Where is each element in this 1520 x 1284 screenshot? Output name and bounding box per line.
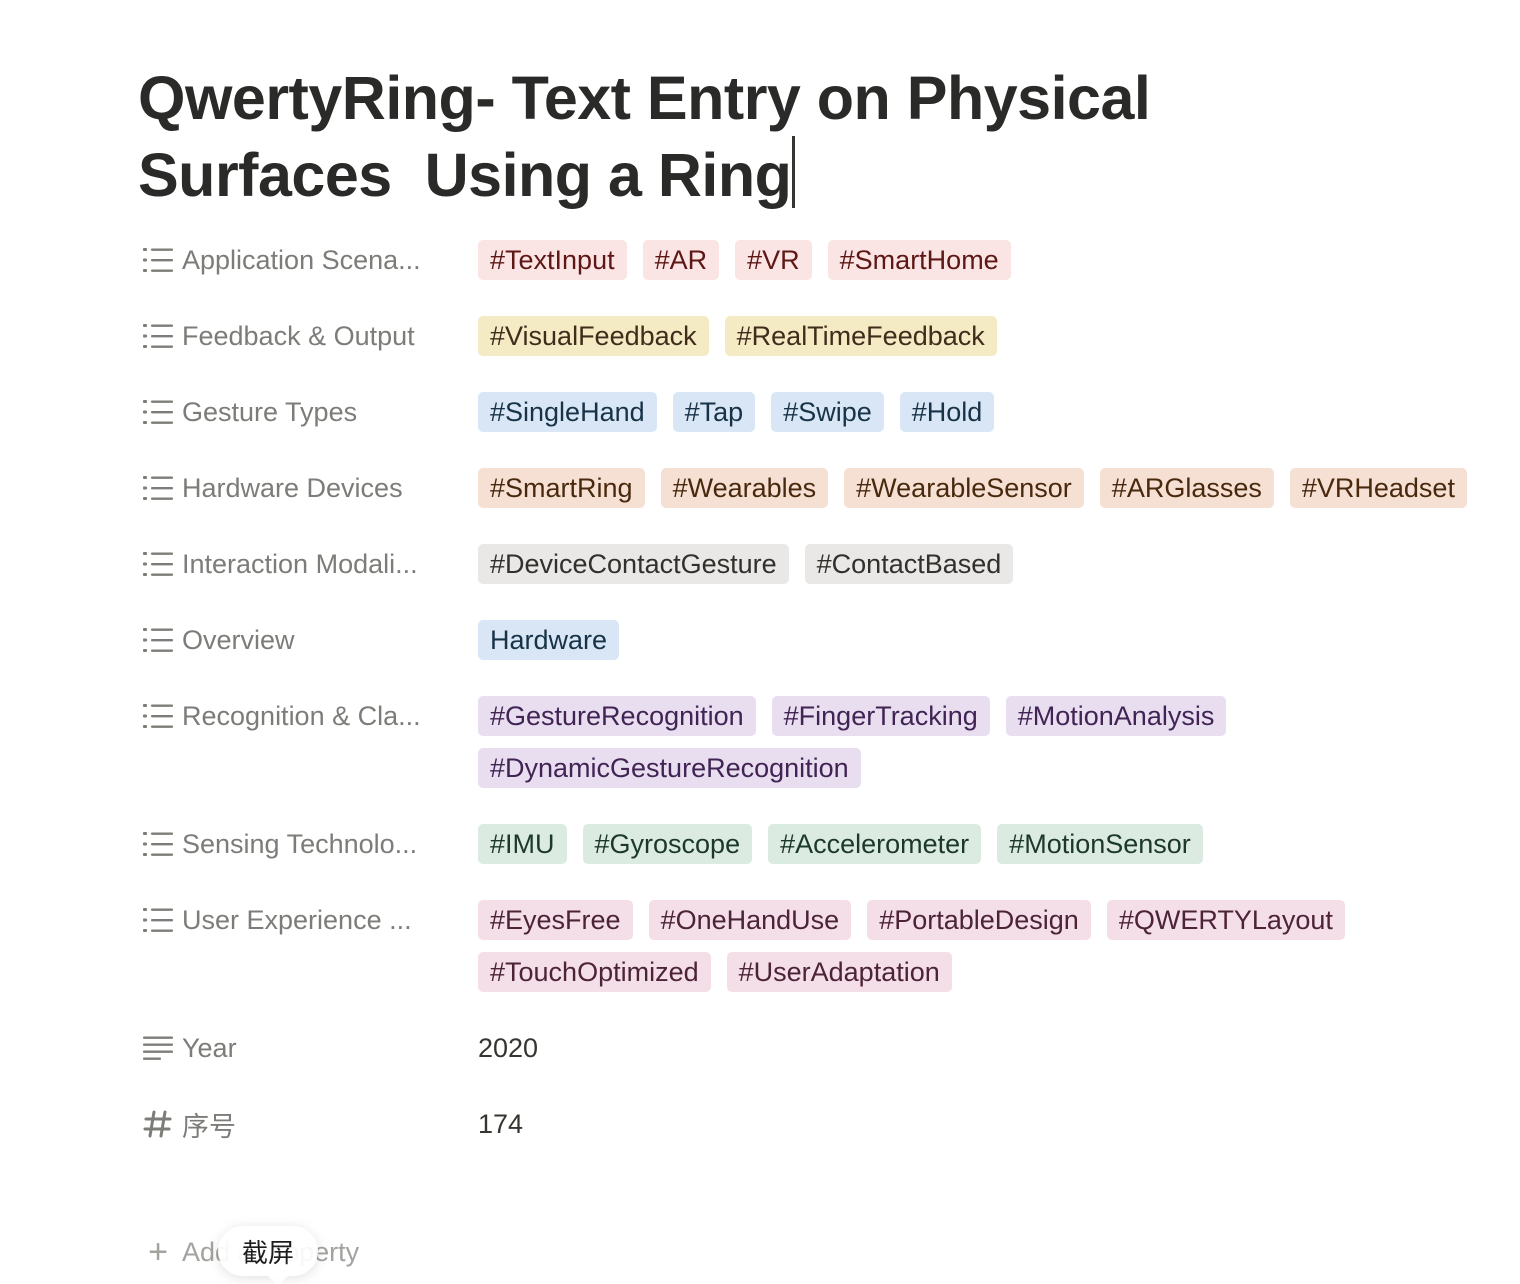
- property-row: Overview Hardware: [138, 620, 1478, 660]
- property-row: Gesture Types #SingleHand #Tap #Swipe #Hold: [138, 392, 1478, 432]
- tag[interactable]: #Accelerometer: [768, 824, 982, 864]
- list-icon: [142, 244, 174, 276]
- hash-icon: [142, 1108, 174, 1140]
- tag[interactable]: #PortableDesign: [867, 900, 1091, 940]
- property-value[interactable]: #IMU #Gyroscope #Accelerometer #MotionSenso…: [478, 824, 1478, 864]
- list-icon: [142, 320, 174, 352]
- list-icon: [142, 548, 174, 580]
- tag[interactable]: #SmartRing: [478, 468, 645, 508]
- property-name[interactable]: Recognition & Cla...: [138, 696, 478, 736]
- tag[interactable]: #WearableSensor: [844, 468, 1084, 508]
- tag[interactable]: Hardware: [478, 620, 620, 660]
- property-value[interactable]: #SmartRing #Wearables #WearableSensor #ARGl…: [478, 468, 1478, 508]
- tag[interactable]: #GestureRecognition: [478, 696, 756, 736]
- page-title[interactable]: QwertyRing- Text Entry on Physical Surfa…: [138, 0, 1318, 213]
- tag[interactable]: #VRHeadset: [1289, 468, 1467, 508]
- text-lines-icon: [142, 1032, 174, 1064]
- tag[interactable]: #Hold: [899, 392, 995, 432]
- year-row: Year 2020: [138, 1028, 1478, 1068]
- property-row: Application Scena... #TextInput #AR #VR #Sma…: [138, 240, 1478, 280]
- property-label: Overview: [182, 624, 295, 655]
- property-row: Feedback & Output #VisualFeedback #RealTim…: [138, 316, 1478, 356]
- tag[interactable]: #VR: [735, 240, 812, 280]
- tag[interactable]: #OneHandUse: [648, 900, 852, 940]
- tag[interactable]: #AR: [642, 240, 720, 280]
- property-label: Hardware Devices: [182, 472, 403, 503]
- tag[interactable]: #SingleHand: [478, 392, 657, 432]
- property-name[interactable]: Feedback & Output: [138, 316, 478, 356]
- property-name[interactable]: Year: [138, 1028, 478, 1068]
- tag[interactable]: #ContactBased: [804, 544, 1014, 584]
- tag[interactable]: #ARGlasses: [1099, 468, 1274, 508]
- tag[interactable]: #MotionSensor: [997, 824, 1203, 864]
- list-icon: [142, 828, 174, 860]
- property-name[interactable]: Hardware Devices: [138, 468, 478, 508]
- tag[interactable]: #MotionAnalysis: [1005, 696, 1227, 736]
- page: QwertyRing- Text Entry on Physical Surfa…: [138, 0, 1478, 1142]
- property-label: 序号: [182, 1111, 236, 1142]
- property-name[interactable]: Interaction Modali...: [138, 544, 478, 584]
- property-label: Interaction Modali...: [182, 548, 418, 579]
- property-label: Recognition & Cla...: [182, 700, 421, 731]
- tag[interactable]: #Tap: [672, 392, 756, 432]
- year-value: 2020: [478, 1033, 539, 1063]
- tag[interactable]: #RealTimeFeedback: [724, 316, 997, 356]
- property-value[interactable]: #GestureRecognition #FingerTracking #Motio…: [478, 696, 1478, 788]
- property-label: Year: [182, 1032, 237, 1063]
- tag[interactable]: #IMU: [478, 824, 567, 864]
- list-icon: [142, 904, 174, 936]
- property-label: User Experience ...: [182, 904, 412, 935]
- property-label: Sensing Technolo...: [182, 828, 418, 859]
- tag[interactable]: #TouchOptimized: [478, 952, 711, 992]
- property-value[interactable]: 2020: [478, 1028, 1478, 1068]
- property-name[interactable]: User Experience ...: [138, 900, 478, 940]
- tag[interactable]: #DeviceContactGesture: [478, 544, 789, 584]
- property-label: Gesture Types: [182, 396, 358, 427]
- list-icon: [142, 700, 174, 732]
- property-name[interactable]: Gesture Types: [138, 392, 478, 432]
- tag[interactable]: #Wearables: [660, 468, 829, 508]
- tag[interactable]: #SmartHome: [827, 240, 1011, 280]
- text-caret: [792, 136, 796, 208]
- property-row: Interaction Modali... #DeviceContactGestu…: [138, 544, 1478, 584]
- property-name[interactable]: 序号: [138, 1104, 478, 1144]
- property-row: Recognition & Cla... #GestureRecognition #…: [138, 696, 1478, 788]
- property-value[interactable]: #DeviceContactGesture #ContactBased: [478, 544, 1478, 584]
- property-row: Hardware Devices #SmartRing #Wearables #Wea…: [138, 468, 1478, 508]
- tag[interactable]: #FingerTracking: [771, 696, 990, 736]
- list-icon: [142, 624, 174, 656]
- screenshot-tooltip: 截屏: [218, 1226, 319, 1284]
- tag[interactable]: #QWERTYLayout: [1106, 900, 1345, 940]
- property-value[interactable]: 174: [478, 1104, 1478, 1144]
- property-name[interactable]: Sensing Technolo...: [138, 824, 478, 864]
- list-icon: [142, 472, 174, 504]
- tag[interactable]: #VisualFeedback: [478, 316, 709, 356]
- tag[interactable]: #Swipe: [771, 392, 884, 432]
- serial-row: 序号 174: [138, 1104, 1478, 1144]
- property-label: Feedback & Output: [182, 320, 415, 351]
- property-row: User Experience ... #EyesFree #OneHandUse #…: [138, 900, 1478, 992]
- property-name[interactable]: Application Scena...: [138, 240, 478, 280]
- tag[interactable]: #EyesFree: [478, 900, 633, 940]
- property-value[interactable]: #SingleHand #Tap #Swipe #Hold: [478, 392, 1478, 432]
- property-value[interactable]: #EyesFree #OneHandUse #PortableDesign #QWER…: [478, 900, 1478, 992]
- property-value[interactable]: #VisualFeedback #RealTimeFeedback: [478, 316, 1478, 356]
- tag[interactable]: #UserAdaptation: [726, 952, 952, 992]
- property-label: Application Scena...: [182, 244, 421, 275]
- property-value[interactable]: #TextInput #AR #VR #SmartHome: [478, 240, 1478, 280]
- tag[interactable]: #TextInput: [478, 240, 627, 280]
- tag[interactable]: #Gyroscope: [582, 824, 753, 864]
- tooltip-label: 截屏: [242, 1237, 295, 1268]
- properties-list: Application Scena... #TextInput #AR #VR #Sma…: [138, 240, 1478, 1180]
- list-icon: [142, 396, 174, 428]
- tag[interactable]: #DynamicGestureRecognition: [478, 748, 861, 788]
- property-name[interactable]: Overview: [138, 620, 478, 660]
- property-row: Sensing Technolo... #IMU #Gyroscope #Accele…: [138, 824, 1478, 864]
- serial-value: 174: [478, 1109, 524, 1139]
- property-value[interactable]: Hardware: [478, 620, 1478, 660]
- plus-icon: +: [148, 1232, 168, 1271]
